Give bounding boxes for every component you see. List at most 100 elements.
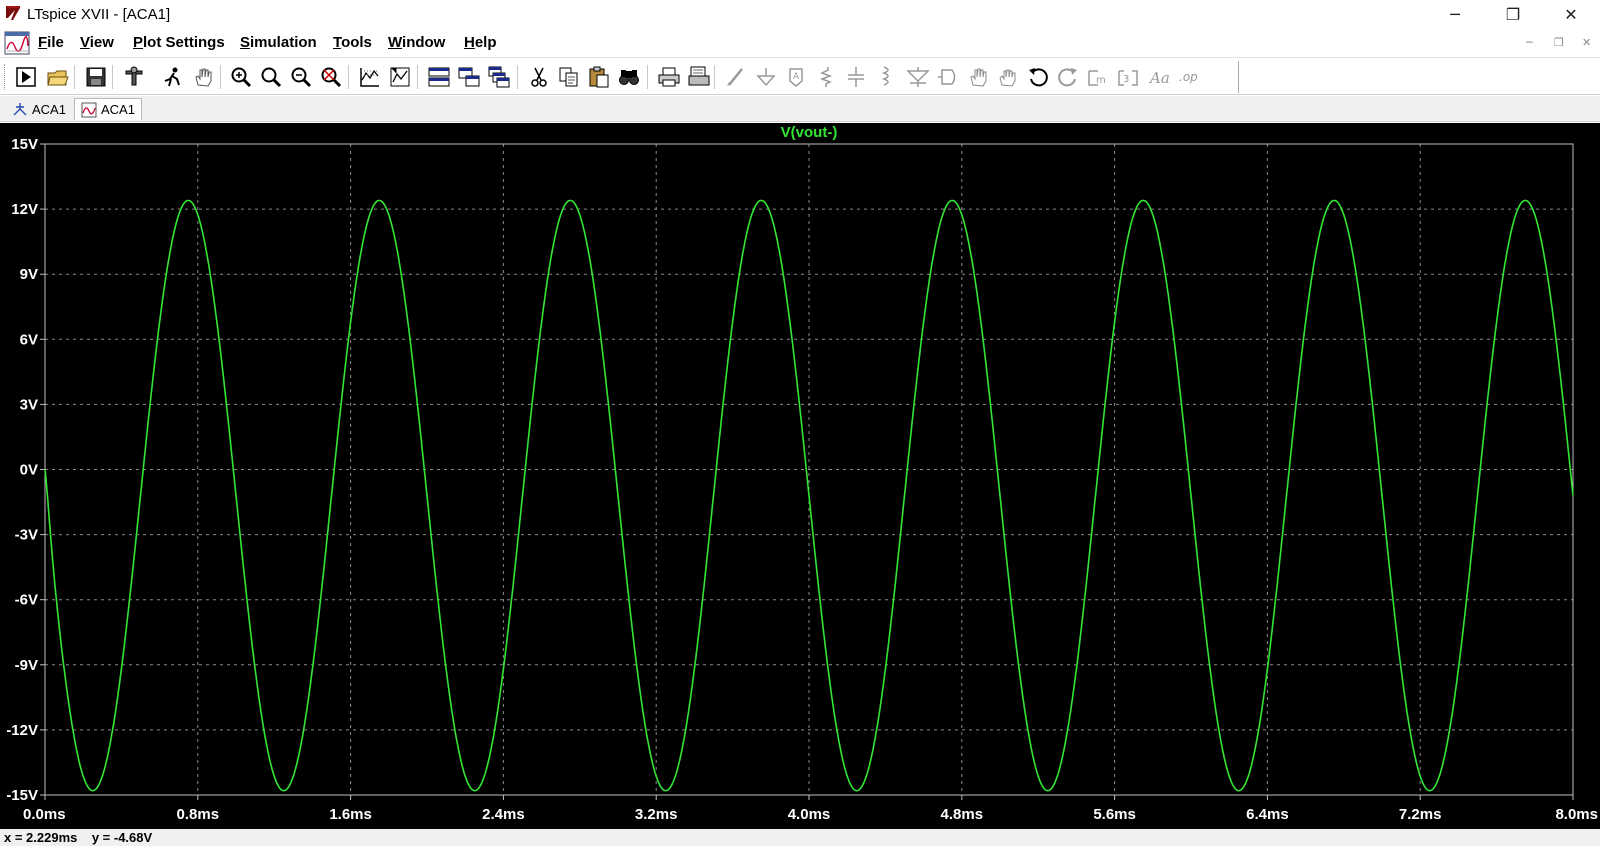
x-tick-label: 2.4ms	[482, 806, 525, 823]
waveform-chart[interactable]: 0.0ms 0.8ms 1.6ms 2.4ms 3.2ms 4.0ms 4.8ms 5.6ms…	[0, 123, 1600, 829]
x-tick-label: 4.8ms	[941, 806, 984, 823]
x-tick-label: 8.0ms	[1555, 806, 1598, 823]
cascade-icon[interactable]	[487, 65, 511, 89]
menu-view[interactable]: View	[80, 34, 114, 51]
toolbar-grip[interactable]	[4, 64, 7, 90]
menu-simulation[interactable]: Simulation	[240, 34, 317, 51]
mirror-icon[interactable]: 3	[1116, 65, 1140, 89]
toolbar-separator	[74, 65, 75, 89]
mdi-minimize-button[interactable]: ─	[1526, 36, 1533, 49]
x-tick-label: 4.0ms	[788, 806, 831, 823]
zoom-in-icon[interactable]	[259, 65, 283, 89]
close-button[interactable]: ✕	[1542, 0, 1600, 29]
x-tick-label: 6.4ms	[1246, 806, 1289, 823]
ltspice-app-icon[interactable]	[4, 4, 22, 22]
tab-label: ACA1	[101, 102, 135, 117]
save-icon[interactable]	[84, 65, 108, 89]
toolbar-separator	[112, 65, 113, 89]
component-icon[interactable]	[936, 65, 960, 89]
print-preview-icon[interactable]	[687, 65, 711, 89]
x-tick-label: 3.2ms	[635, 806, 678, 823]
y-tick-label: 15V	[11, 136, 38, 153]
copy-icon[interactable]	[557, 65, 581, 89]
toolbar: Am 3 Aa .op	[0, 59, 1600, 95]
toolbar-separator	[220, 65, 221, 89]
spice-directive-icon[interactable]: .op	[1178, 65, 1202, 89]
x-tick-label: 1.6ms	[329, 806, 372, 823]
minimize-button[interactable]: ─	[1426, 0, 1484, 29]
y-tick-label: -3V	[15, 527, 38, 544]
toolbar-separator	[417, 65, 418, 89]
tab-schematic[interactable]: ACA1	[6, 98, 72, 120]
y-tick-label: 3V	[20, 396, 38, 413]
print-icon[interactable]	[657, 65, 681, 89]
find-icon[interactable]	[617, 65, 641, 89]
autorange-icon[interactable]	[358, 65, 382, 89]
menu-file[interactable]: File	[38, 34, 64, 51]
x-tick-label: 0.8ms	[177, 806, 220, 823]
redo-icon[interactable]	[1056, 65, 1080, 89]
schematic-icon	[13, 103, 27, 116]
toolbar-separator	[517, 65, 518, 89]
title-bar: LTspice XVII - [ACA1] ─ ❐ ✕	[0, 0, 1600, 29]
toolbar-separator	[647, 65, 648, 89]
tile-vertical-icon[interactable]	[457, 65, 481, 89]
cursor-readout: x = 2.229ms y = -4.68V	[4, 830, 153, 845]
diode-icon[interactable]	[906, 65, 930, 89]
menu-plot-settings[interactable]: Plot Settings	[133, 34, 225, 51]
zoom-area-icon[interactable]	[229, 65, 253, 89]
y-tick-label: 0V	[20, 462, 38, 479]
y-tick-label: -6V	[15, 592, 38, 609]
inductor-icon[interactable]	[874, 65, 898, 89]
x-tick-label: 5.6ms	[1093, 806, 1136, 823]
document-tab-bar: ACA1 ACA1	[0, 96, 1600, 122]
plot-settings-icon[interactable]	[388, 65, 412, 89]
control-panel-icon[interactable]	[122, 65, 146, 89]
toolbar-separator	[348, 65, 349, 89]
menu-bar: File View Plot Settings Simulation Tools…	[0, 29, 1600, 58]
y-tick-label: -12V	[6, 722, 38, 739]
zoom-out-icon[interactable]	[289, 65, 313, 89]
series-line	[44, 199, 1574, 792]
svg-text:m: m	[1096, 75, 1106, 86]
menu-tools[interactable]: Tools	[333, 34, 372, 51]
resistor-icon[interactable]	[814, 65, 838, 89]
menu-help[interactable]: Help	[464, 34, 497, 51]
y-tick-label: -15V	[6, 787, 38, 804]
label-net-icon[interactable]: A	[784, 65, 808, 89]
ground-icon[interactable]	[754, 65, 778, 89]
toolbar-separator	[714, 65, 715, 89]
zoom-fit-icon[interactable]	[319, 65, 343, 89]
svg-text:3: 3	[1123, 74, 1129, 85]
x-tick-label: 0.0ms	[23, 806, 66, 823]
halt-icon[interactable]	[161, 65, 185, 89]
waveform-document-icon[interactable]	[4, 31, 30, 55]
window-title: LTspice XVII - [ACA1]	[27, 6, 171, 23]
cut-icon[interactable]	[527, 65, 551, 89]
maximize-button[interactable]: ❐	[1484, 0, 1542, 29]
tile-horizontal-icon[interactable]	[427, 65, 451, 89]
x-tick-label: 7.2ms	[1399, 806, 1442, 823]
drag-icon[interactable]	[996, 65, 1020, 89]
capacitor-icon[interactable]	[844, 65, 868, 89]
mdi-close-button[interactable]: ✕	[1582, 36, 1591, 49]
text-icon[interactable]: Aa	[1148, 65, 1172, 89]
open-icon[interactable]	[46, 65, 70, 89]
wire-icon[interactable]	[724, 65, 748, 89]
svg-text:Aa: Aa	[1148, 69, 1170, 87]
move-icon[interactable]	[966, 65, 990, 89]
y-tick-label: 6V	[20, 331, 38, 348]
pan-icon[interactable]	[191, 65, 215, 89]
svg-text:A: A	[793, 72, 800, 82]
tab-label: ACA1	[32, 101, 66, 117]
tab-waveform[interactable]: ACA1	[74, 98, 142, 120]
waveform-plot-pane[interactable]: 0.0ms 0.8ms 1.6ms 2.4ms 3.2ms 4.0ms 4.8ms 5.6ms…	[0, 123, 1600, 829]
paste-icon[interactable]	[587, 65, 611, 89]
toolbar-end-divider	[1238, 61, 1239, 93]
run-icon[interactable]	[14, 65, 38, 89]
y-tick-label: -9V	[15, 657, 38, 674]
menu-window[interactable]: Window	[388, 34, 445, 51]
rotate-icon[interactable]: m	[1086, 65, 1110, 89]
mdi-restore-button[interactable]: ❐	[1554, 36, 1564, 49]
undo-icon[interactable]	[1026, 65, 1050, 89]
